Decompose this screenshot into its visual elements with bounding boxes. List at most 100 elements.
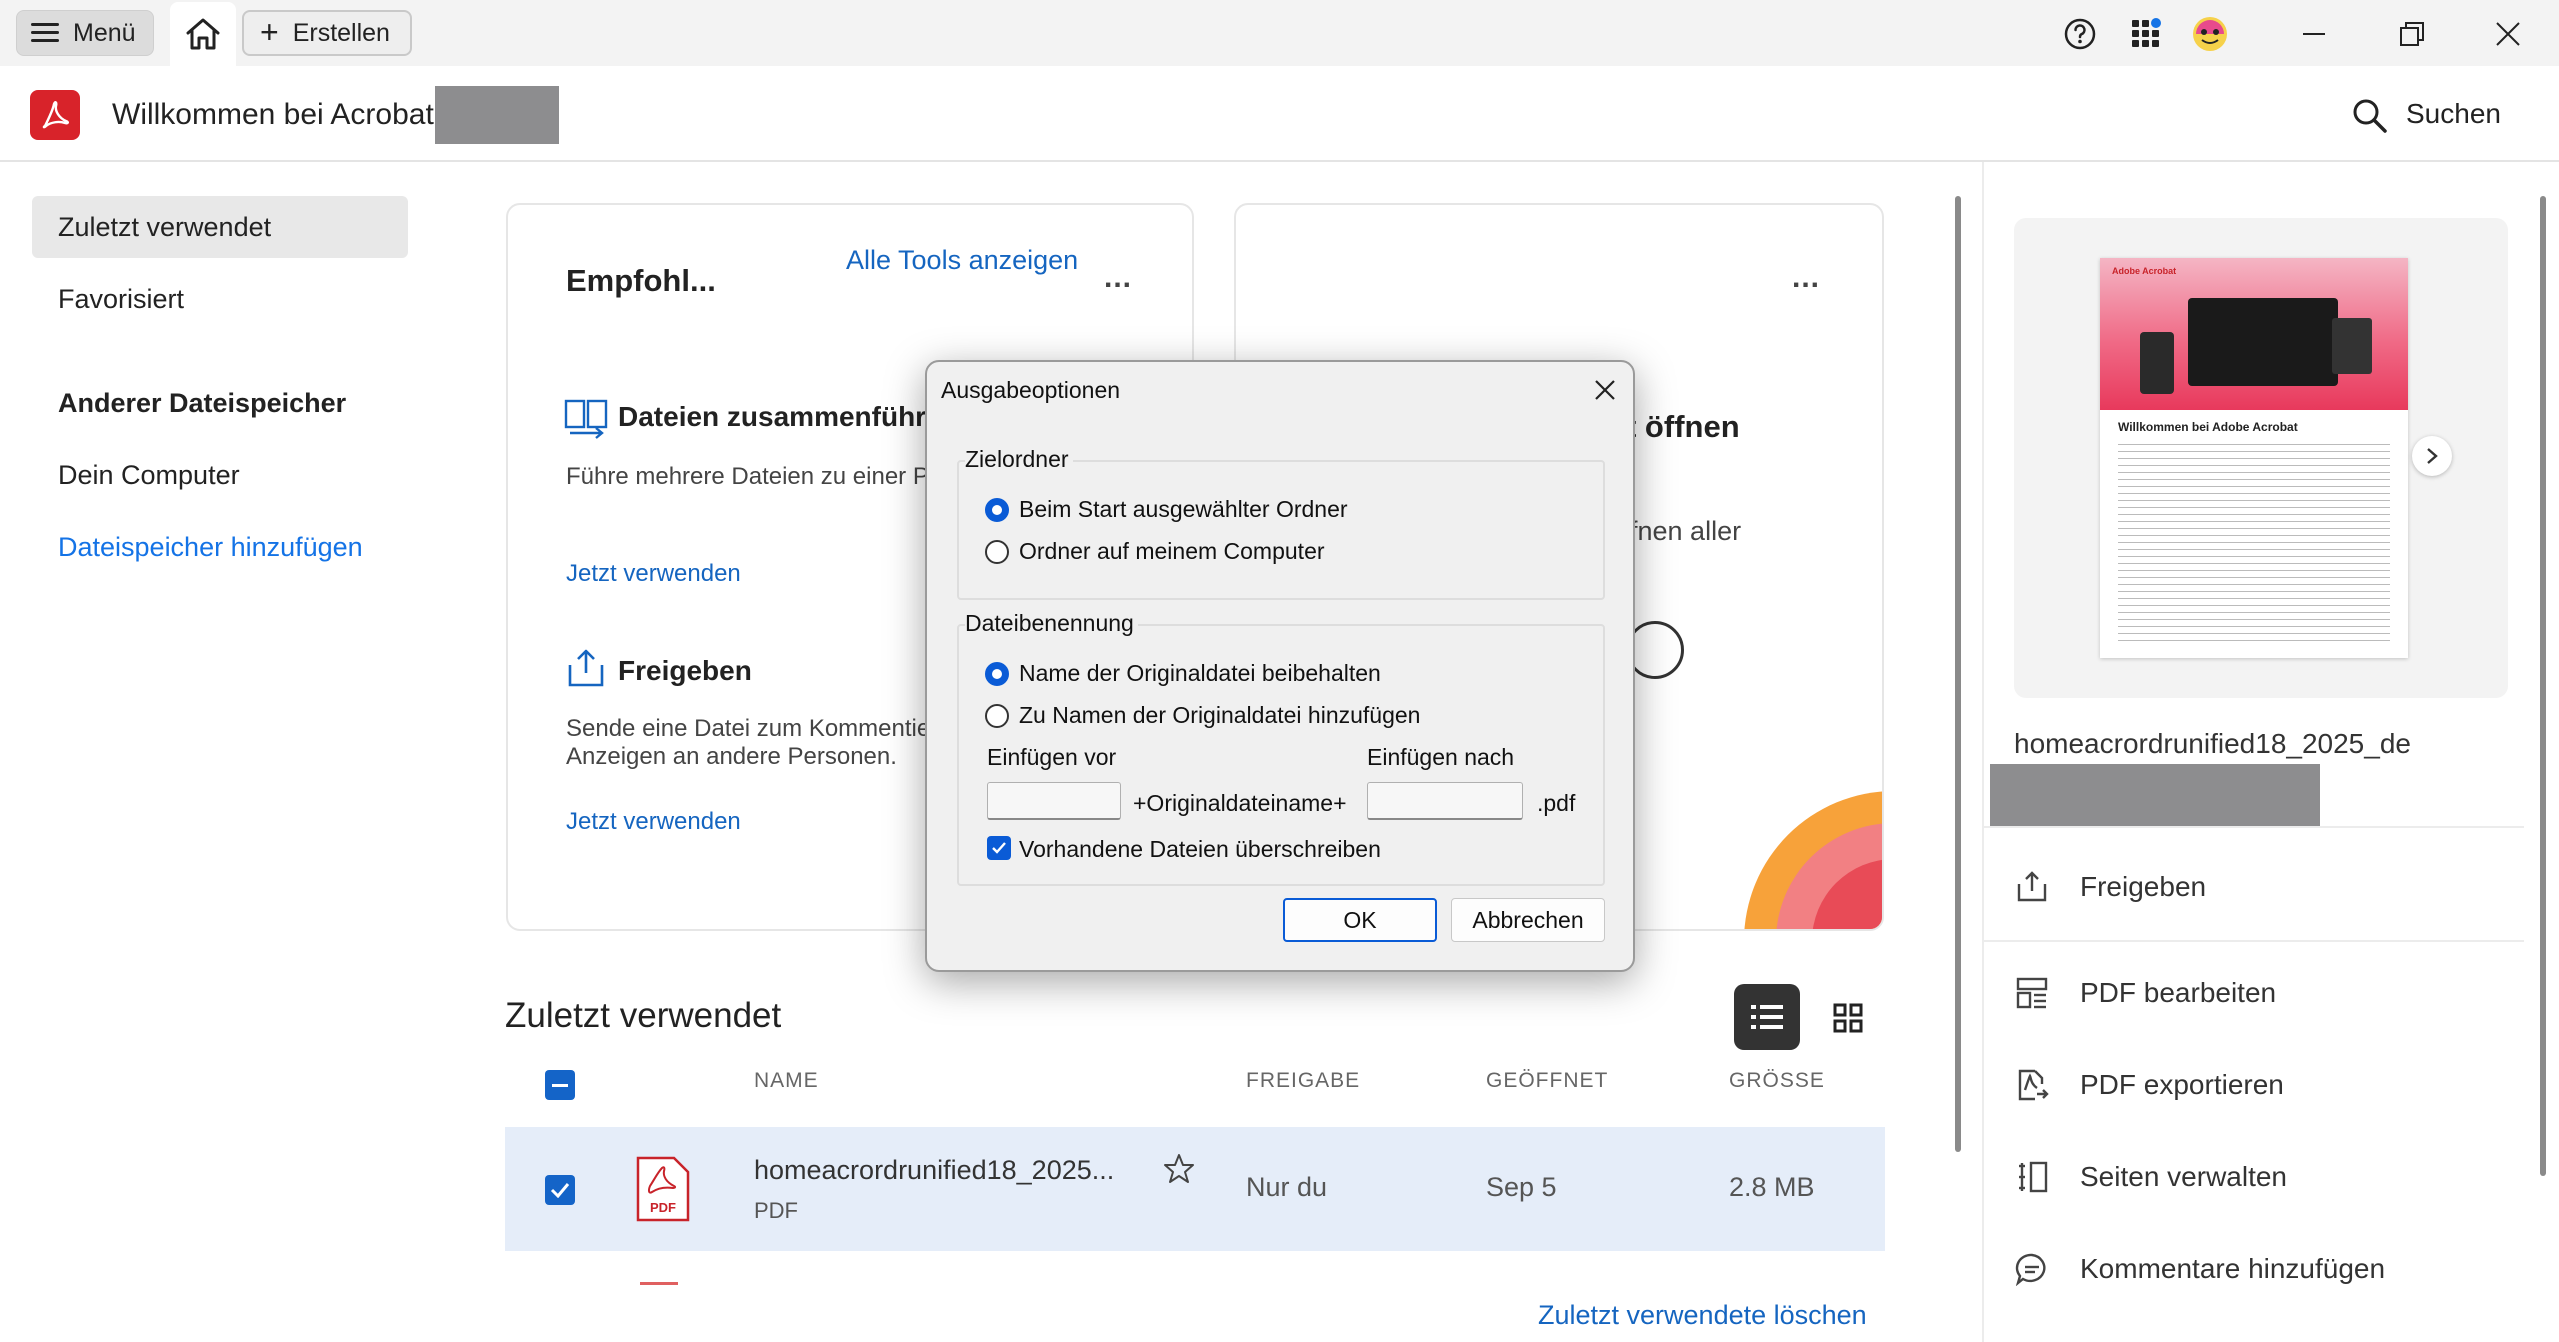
close-window-icon[interactable] [2486,12,2530,56]
tool-share-link[interactable]: Jetzt verwenden [566,808,741,836]
radio-selected-icon [985,497,1009,522]
redacted-file-title [1990,764,2320,826]
close-icon [1595,380,1615,400]
divider [1984,826,2524,828]
clear-recent-link[interactable]: Zuletzt verwendete löschen [1538,1300,1867,1331]
recent-section-title: Zuletzt verwendet [505,996,782,1035]
action-organize-pages[interactable]: Seiten verwalten [2014,1154,2287,1200]
file-naming-label: Dateibenennung [965,610,1138,637]
search-button[interactable]: Suchen [2406,98,2501,130]
right-panel-scrollbar[interactable] [2540,196,2546,1176]
divider [1984,940,2524,942]
list-view-button[interactable] [1734,984,1800,1050]
organize-pages-icon [2014,1159,2050,1195]
nav-item-recent[interactable]: Zuletzt verwendet [58,212,271,243]
action-edit-pdf[interactable]: PDF bearbeiten [2014,970,2276,1016]
radio-selected-icon [985,661,1009,686]
pdf-file-icon: PDF [636,1156,690,1222]
share-icon [2014,869,2050,905]
col-header-share[interactable]: FREIGABE [1246,1069,1360,1093]
grid-view-icon [1833,1003,1863,1033]
share-icon [568,649,604,687]
radio-unselected-icon [985,539,1009,564]
next-row-peek [640,1282,678,1285]
apps-grid-icon[interactable] [2126,14,2166,54]
cancel-button[interactable]: Abbrechen [1451,898,1605,942]
radio-start-folder[interactable]: Beim Start ausgewählter Ordner [985,496,1348,523]
col-header-size[interactable]: GRÖSSE [1729,1069,1825,1093]
thumbnail-body-text [2118,444,2390,644]
grid-view-button[interactable] [1826,996,1870,1040]
overwrite-checkbox[interactable] [987,836,1011,860]
action-share[interactable]: Freigeben [2014,864,2206,910]
star-icon[interactable] [1162,1152,1196,1186]
indeterminate-icon [552,1083,568,1087]
hamburger-icon [31,23,59,43]
col-header-name[interactable]: NAME [754,1069,819,1093]
decorative-rings [1744,791,1882,929]
thumbnail-brand: Adobe Acrobat [2112,266,2177,276]
minimize-icon[interactable] [2292,12,2336,56]
action-organize-pages-label: Seiten verwalten [2080,1161,2288,1192]
redacted-username [435,86,559,144]
file-thumbnail[interactable]: Adobe Acrobat Willkommen bei Adobe Acrob… [2100,258,2408,658]
home-tab[interactable] [170,2,236,66]
nav-add-storage-link[interactable]: Dateispeicher hinzufügen [58,532,363,563]
acrobat-logo [30,90,80,140]
action-share-label: Freigeben [2080,871,2207,902]
thumbnail-laptop [2188,298,2338,386]
radio-keep-name[interactable]: Name der Originaldatei beibehalten [985,660,1381,687]
tool-combine-name[interactable]: Dateien zusammenführ [618,401,926,433]
card-title: Empfohl... [566,263,716,298]
tool-combine-link[interactable]: Jetzt verwenden [566,560,741,588]
row-file-type: PDF [754,1198,798,1223]
dialog-close-button[interactable] [1587,372,1623,408]
action-add-comments[interactable]: Kommentare hinzufügen [2014,1246,2385,1292]
row-size: 2.8 MB [1729,1172,1815,1202]
suffix-input[interactable] [1367,782,1523,820]
restore-icon[interactable] [2390,12,2434,56]
home-icon [186,18,220,50]
radio-append-name[interactable]: Zu Namen der Originaldatei hinzufügen [985,702,1420,729]
row-file-name[interactable]: homeacrordrunified18_2025... [754,1155,1114,1186]
action-export-pdf[interactable]: PDF exportieren [2014,1062,2284,1108]
create-label: Erstellen [292,18,390,47]
prefix-input[interactable] [987,782,1121,820]
ok-button[interactable]: OK [1283,898,1437,942]
radio-start-folder-label: Beim Start ausgewählter Ordner [1019,496,1348,522]
create-button[interactable]: + Erstellen [242,10,412,56]
action-edit-pdf-label: PDF bearbeiten [2080,977,2277,1008]
more-options-icon[interactable]: ... [1792,261,1820,295]
nav-item-my-computer[interactable]: Dein Computer [58,460,240,491]
thumbnail-next-button[interactable] [2412,436,2452,476]
checkmark-icon [992,842,1006,854]
page-header: Willkommen bei Acrobat Suchen [0,66,2559,162]
insert-after-label: Einfügen nach [1367,744,1515,770]
list-view-icon [1751,1005,1783,1029]
original-name-token: +Originaldateiname+ [1133,790,1347,816]
row-checkbox[interactable] [545,1175,575,1205]
avatar[interactable] [2190,14,2230,54]
nav-item-favorites[interactable]: Favorisiert [58,284,184,315]
radio-computer-folder[interactable]: Ordner auf meinem Computer [985,538,1325,565]
menu-button[interactable]: Menü [16,10,154,56]
more-options-icon[interactable]: ... [1104,261,1132,295]
tool-share-desc-1: Sende eine Datei zum Kommentie [566,715,931,742]
search-icon[interactable] [2350,96,2390,136]
thumbnail-tablet [2332,318,2372,374]
page-title: Willkommen bei Acrobat [112,98,434,131]
help-icon[interactable] [2060,14,2100,54]
all-tools-link[interactable]: Alle Tools anzeigen [846,245,1078,276]
menu-label: Menü [73,18,136,47]
feature-card-desc: fnen aller [1630,516,1742,546]
main-scrollbar[interactable] [1955,196,1961,1152]
tool-combine-desc: Führe mehrere Dateien zu einer P [566,463,929,490]
tool-share-desc-2: Anzeigen an andere Personen. [566,743,897,770]
row-opened: Sep 5 [1486,1172,1557,1202]
col-header-opened[interactable]: GEÖFFNET [1486,1069,1608,1093]
select-all-checkbox[interactable] [545,1070,575,1100]
thumbnail-hero: Adobe Acrobat [2100,258,2408,410]
table-row[interactable] [505,1127,1885,1251]
dialog-title: Ausgabeoptionen [941,377,1121,403]
tool-share-name[interactable]: Freigeben [618,655,752,687]
